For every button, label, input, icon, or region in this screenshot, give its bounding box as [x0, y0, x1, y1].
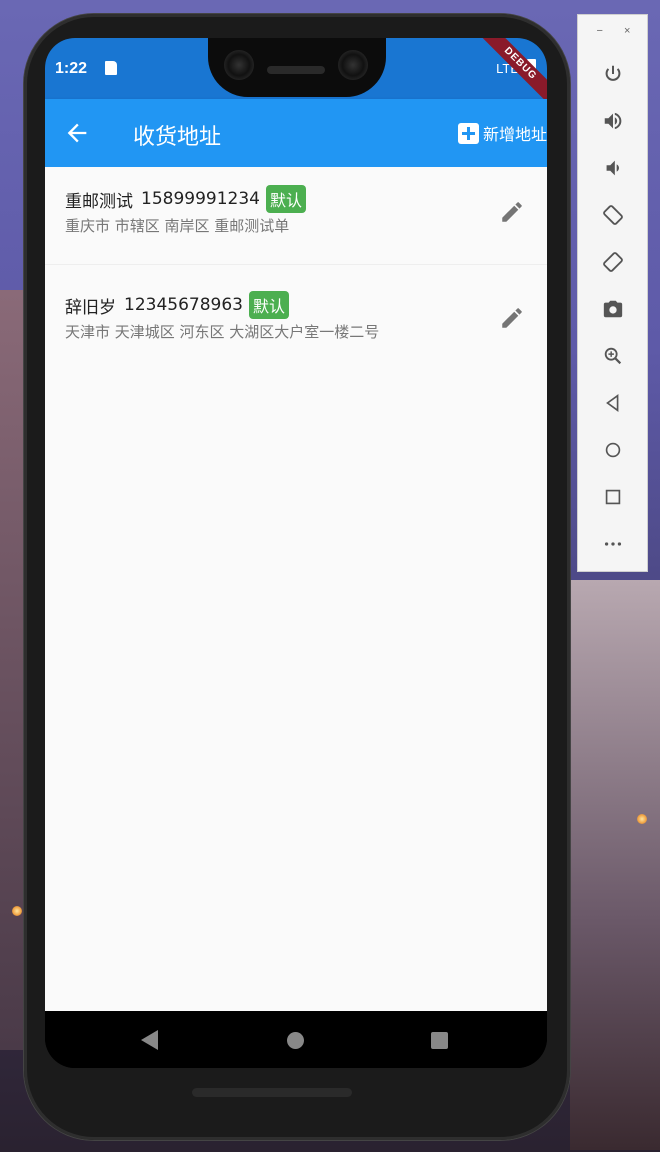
default-badge: 默认 — [265, 185, 306, 213]
page-title: 收货地址 — [133, 125, 222, 150]
default-badge: 默认 — [248, 291, 289, 319]
nav-recents-icon[interactable] — [431, 1032, 448, 1049]
zoom-icon[interactable] — [600, 343, 626, 369]
volume-up-icon[interactable] — [600, 108, 626, 134]
phone-bottom-speaker — [192, 1088, 352, 1097]
app-bar: 收货地址 新增地址 — [45, 99, 547, 167]
rotate-left-icon[interactable] — [600, 202, 626, 228]
power-icon[interactable] — [600, 61, 626, 87]
add-address-label: 新增地址 — [482, 125, 547, 144]
front-camera-icon — [338, 50, 368, 80]
recipient-phone: 12345678963 — [124, 295, 243, 315]
background-right-building — [570, 580, 660, 1150]
home-icon[interactable] — [600, 437, 626, 463]
edit-pencil-icon[interactable] — [499, 199, 525, 225]
overview-icon[interactable] — [600, 484, 626, 510]
volume-down-icon[interactable] — [600, 155, 626, 181]
address-text: 天津市 天津城区 河东区 大湖区大户室一楼二号 — [65, 323, 380, 341]
sd-card-icon — [105, 61, 117, 75]
add-address-button[interactable]: 新增地址 — [457, 121, 547, 145]
recipient-phone: 15899991234 — [141, 189, 260, 209]
status-time: 1:22 — [55, 60, 88, 77]
rotate-right-icon[interactable] — [600, 249, 626, 275]
nav-home-icon[interactable] — [287, 1032, 304, 1049]
minimize-button[interactable]: − — [597, 25, 603, 39]
camera-notch — [208, 38, 386, 97]
add-box-icon — [457, 122, 479, 144]
address-item[interactable]: 辞旧岁 12345678963 默认 天津市 天津城区 河东区 大湖区大户室一楼… — [45, 273, 547, 371]
front-camera-icon — [224, 50, 254, 80]
address-item[interactable]: 重邮测试 15899991234 默认 重庆市 市辖区 南岸区 重邮测试单 — [45, 167, 547, 265]
edit-pencil-icon[interactable] — [499, 305, 525, 331]
address-list: 重邮测试 15899991234 默认 重庆市 市辖区 南岸区 重邮测试单 辞旧… — [45, 167, 547, 1011]
close-button[interactable]: × — [624, 25, 630, 39]
recipient-name: 重邮测试 — [65, 191, 133, 212]
background-left-building — [0, 290, 24, 1050]
back-arrow-icon[interactable] — [63, 119, 91, 147]
more-icon[interactable] — [600, 531, 626, 557]
nav-back-icon[interactable] — [141, 1030, 158, 1050]
address-text: 重庆市 市辖区 南岸区 重邮测试单 — [65, 217, 290, 235]
back-icon[interactable] — [600, 390, 626, 416]
camera-icon[interactable] — [600, 296, 626, 322]
android-nav-bar — [45, 1011, 547, 1068]
background-light — [637, 814, 647, 824]
phone-screen: 1:22 LTE DEBUG 收货地址 新增地址 重邮测试 1589999123… — [45, 38, 547, 1068]
background-light — [12, 906, 22, 916]
earpiece-speaker — [267, 66, 325, 74]
recipient-name: 辞旧岁 — [65, 297, 116, 318]
emulator-side-panel: − × — [577, 14, 648, 572]
